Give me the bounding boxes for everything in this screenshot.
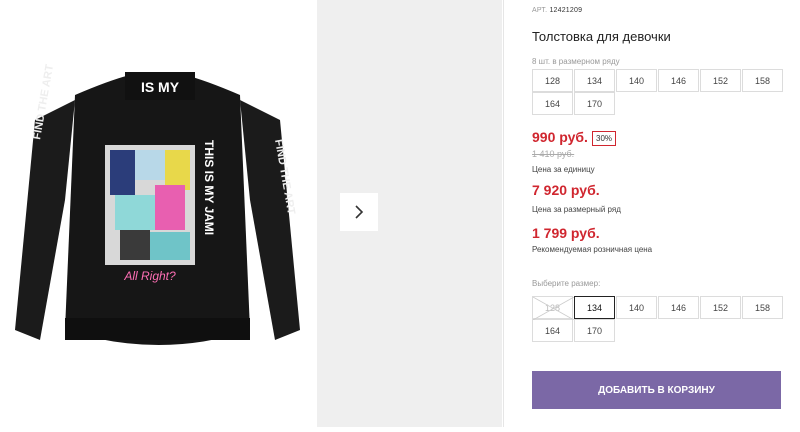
- next-image-button[interactable]: [340, 193, 378, 231]
- size-option-128[interactable]: 128: [532, 296, 574, 320]
- unavailable-cross-icon: [533, 297, 574, 320]
- pack-size-cell: 152: [700, 69, 741, 92]
- add-to-cart-button[interactable]: ДОБАВИТЬ В КОРЗИНУ: [532, 371, 781, 409]
- product-gallery: IS MY All Right? THIS IS MY JAMI FIND TH…: [0, 0, 502, 427]
- rrp-price: 1 799 руб.: [532, 225, 600, 241]
- back-text: THIS IS MY JAMI: [202, 140, 216, 235]
- size-option-158[interactable]: 158: [742, 296, 783, 319]
- article-number: АРТ. 12421209: [532, 7, 583, 14]
- pack-size-cell: 128: [532, 69, 573, 92]
- size-option-140[interactable]: 140: [616, 296, 657, 319]
- unit-price: 990 руб.: [532, 129, 588, 145]
- size-option-170[interactable]: 170: [574, 319, 615, 342]
- product-photo[interactable]: IS MY All Right? THIS IS MY JAMI FIND TH…: [0, 0, 317, 427]
- chevron-right-icon: [355, 205, 364, 219]
- divider: [503, 0, 504, 427]
- pack-label: 8 шт. в размерном ряду: [532, 57, 620, 66]
- size-option-152[interactable]: 152: [700, 296, 741, 319]
- rrp-price-caption: Рекомендуемая розничная цена: [532, 245, 653, 254]
- svg-text:All Right?: All Right?: [123, 269, 176, 283]
- collar-text: IS MY: [141, 79, 180, 95]
- pack-size-cell: 134: [574, 69, 615, 92]
- old-price: 1 410 руб.: [532, 149, 575, 159]
- product-title: Толстовка для девочки: [532, 29, 671, 44]
- pack-sizes-grid: 128 134 140 146 152 158 164 170: [532, 69, 784, 115]
- row-price: 7 920 руб.: [532, 182, 600, 198]
- jacket-image: IS MY All Right? THIS IS MY JAMI FIND TH…: [15, 63, 300, 345]
- row-price-caption: Цена за размерный ряд: [532, 205, 621, 214]
- discount-badge: 30%: [592, 131, 617, 146]
- pack-size-cell: 164: [532, 92, 573, 115]
- pack-size-cell: 170: [574, 92, 615, 115]
- pack-size-cell: 146: [658, 69, 699, 92]
- pack-size-cell: 158: [742, 69, 783, 92]
- unit-price-caption: Цена за единицу: [532, 165, 595, 174]
- pack-size-cell: 140: [616, 69, 657, 92]
- size-option-146[interactable]: 146: [658, 296, 699, 319]
- size-select-grid: 128 134 140 146 152 158 164 170: [532, 296, 784, 342]
- size-select-label: Выберите размер:: [532, 279, 601, 288]
- size-option-164[interactable]: 164: [532, 319, 573, 342]
- size-option-134[interactable]: 134: [574, 296, 615, 319]
